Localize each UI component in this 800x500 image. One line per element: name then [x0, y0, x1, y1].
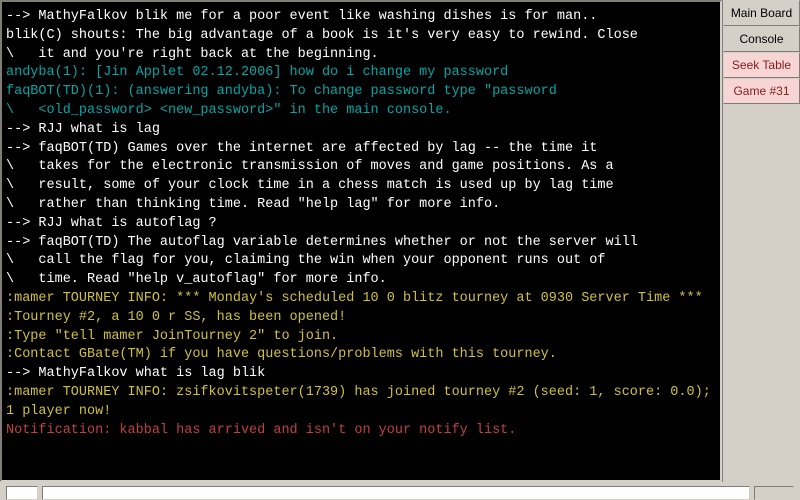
- status-indicator: [6, 486, 38, 500]
- console-line: --> faqBOT(TD) The autoflag variable det…: [6, 234, 716, 253]
- console-line: --> RJJ what is autoflag ?: [6, 215, 716, 234]
- console-line: \ call the flag for you, claiming the wi…: [6, 252, 716, 271]
- console-line: --> MathyFalkov blik me for a poor event…: [6, 8, 716, 27]
- console-line: :Type "tell mamer JoinTourney 2" to join…: [6, 328, 716, 347]
- console-line: andyba(1): [Jin Applet 02.12.2006] how d…: [6, 64, 716, 83]
- console-line: Notification: kabbal has arrived and isn…: [6, 422, 716, 441]
- console-output[interactable]: --> MathyFalkov blik me for a poor event…: [2, 2, 720, 480]
- console-line: \ rather than thinking time. Read "help …: [6, 196, 716, 215]
- console-line: \ <old_password> <new_password>" in the …: [6, 102, 716, 121]
- console-line: 1 player now!: [6, 403, 716, 422]
- main-row: --> MathyFalkov blik me for a poor event…: [0, 0, 800, 482]
- console-line: \ result, some of your clock time in a c…: [6, 177, 716, 196]
- console-line: \ time. Read "help v_autoflag" for more …: [6, 271, 716, 290]
- console-line: :Tourney #2, a 10 0 r SS, has been opene…: [6, 309, 716, 328]
- console-line: :mamer TOURNEY INFO: zsifkovitspeter(173…: [6, 384, 716, 403]
- tab-main-board[interactable]: Main Board: [723, 0, 800, 26]
- console-line: faqBOT(TD)(1): (answering andyba): To ch…: [6, 83, 716, 102]
- sidebar: Main BoardConsoleSeek TableGame #31: [722, 0, 800, 482]
- console-line: --> faqBOT(TD) Games over the internet a…: [6, 140, 716, 159]
- console-line: :Contact GBate(TM) if you have questions…: [6, 346, 716, 365]
- console-line: :mamer TOURNEY INFO: *** Monday's schedu…: [6, 290, 716, 309]
- console-line: --> MathyFalkov what is lag blik: [6, 365, 716, 384]
- console-line: \ it and you're right back at the beginn…: [6, 46, 716, 65]
- command-input[interactable]: [42, 486, 750, 500]
- console-frame: --> MathyFalkov blik me for a poor event…: [0, 0, 722, 482]
- tab-seek-table[interactable]: Seek Table: [723, 52, 800, 78]
- console-line: \ takes for the electronic transmission …: [6, 158, 716, 177]
- tab-console[interactable]: Console: [723, 26, 800, 52]
- bottom-bar: [0, 482, 800, 500]
- console-line: --> RJJ what is lag: [6, 121, 716, 140]
- console-line: blik(C) shouts: The big advantage of a b…: [6, 27, 716, 46]
- app-root: --> MathyFalkov blik me for a poor event…: [0, 0, 800, 500]
- tab-game-31[interactable]: Game #31: [723, 78, 800, 104]
- status-right: [754, 486, 794, 500]
